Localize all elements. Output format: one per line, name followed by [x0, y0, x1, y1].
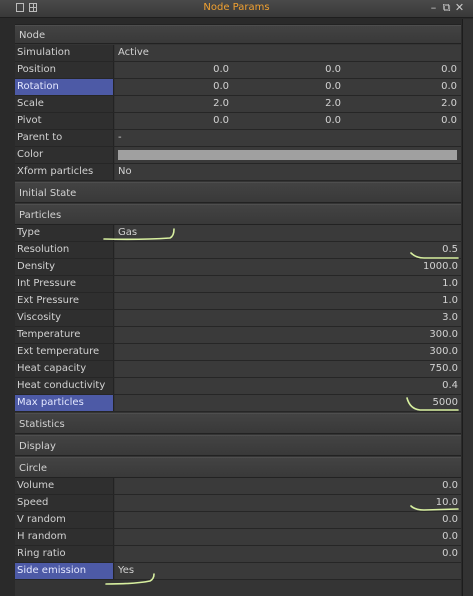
color-swatch[interactable]: [118, 150, 457, 160]
row-scale: Scale 2.0 2.0 2.0: [15, 96, 461, 113]
params-panel: Node Simulation Active Position 0.0 0.0 …: [15, 24, 461, 596]
restore-icon[interactable]: ⧉: [441, 1, 452, 15]
v-random-field[interactable]: 0.0: [115, 512, 461, 528]
xform-particles-value[interactable]: No: [115, 164, 461, 180]
row-side-emission: Side emission Yes: [15, 563, 461, 580]
int-pressure-field[interactable]: 1.0: [115, 276, 461, 292]
section-initial-state[interactable]: Initial State: [15, 182, 461, 203]
heat-conductivity-field[interactable]: 0.4: [115, 378, 461, 394]
scale-fields[interactable]: 2.0 2.0 2.0: [115, 96, 461, 112]
minimize-icon[interactable]: –: [428, 1, 439, 15]
row-h-random: H random 0.0: [15, 529, 461, 546]
simulation-value[interactable]: Active: [115, 45, 461, 61]
parent-to-value[interactable]: -: [115, 130, 461, 146]
side-emission-value[interactable]: Yes: [115, 563, 461, 579]
row-color: Color: [15, 147, 461, 164]
density-field[interactable]: 1000.0: [115, 259, 461, 275]
rotation-fields[interactable]: 0.0 0.0 0.0: [115, 79, 461, 95]
type-dropdown[interactable]: Gas: [115, 225, 461, 241]
title-bar: Node Params – ⧉ ✕: [0, 0, 473, 18]
row-int-pressure: Int Pressure 1.0: [15, 276, 461, 293]
section-circle[interactable]: Circle: [15, 457, 461, 478]
row-v-random: V random 0.0: [15, 512, 461, 529]
row-pivot: Pivot 0.0 0.0 0.0: [15, 113, 461, 130]
section-particles[interactable]: Particles: [15, 204, 461, 225]
section-display[interactable]: Display: [15, 435, 461, 456]
close-icon[interactable]: ✕: [454, 1, 465, 15]
section-statistics[interactable]: Statistics: [15, 413, 461, 434]
row-parent-to: Parent to -: [15, 130, 461, 147]
row-simulation: Simulation Active: [15, 45, 461, 62]
vertical-scrollbar[interactable]: [462, 19, 473, 596]
section-node[interactable]: Node: [15, 25, 461, 44]
heat-capacity-field[interactable]: 750.0: [115, 361, 461, 377]
max-particles-field[interactable]: 5000: [115, 395, 461, 411]
position-fields[interactable]: 0.0 0.0 0.0: [115, 62, 461, 78]
temperature-field[interactable]: 300.0: [115, 327, 461, 343]
row-ring-ratio: Ring ratio 0.0: [15, 546, 461, 563]
speed-field[interactable]: 10.0: [115, 495, 461, 511]
row-speed: Speed 10.0: [15, 495, 461, 512]
row-ext-pressure: Ext Pressure 1.0: [15, 293, 461, 310]
row-rotation: Rotation 0.0 0.0 0.0: [15, 79, 461, 96]
window-title: Node Params: [203, 2, 270, 13]
row-type: Type Gas: [15, 225, 461, 242]
h-random-field[interactable]: 0.0: [115, 529, 461, 545]
resolution-field[interactable]: 0.5: [115, 242, 461, 258]
row-resolution: Resolution 0.5: [15, 242, 461, 259]
pivot-fields[interactable]: 0.0 0.0 0.0: [115, 113, 461, 129]
row-volume: Volume 0.0: [15, 478, 461, 495]
ext-pressure-field[interactable]: 1.0: [115, 293, 461, 309]
row-ext-temperature: Ext temperature 300.0: [15, 344, 461, 361]
row-density: Density 1000.0: [15, 259, 461, 276]
row-position: Position 0.0 0.0 0.0: [15, 62, 461, 79]
row-temperature: Temperature 300.0: [15, 327, 461, 344]
row-max-particles: Max particles 5000: [15, 395, 461, 412]
row-viscosity: Viscosity 3.0: [15, 310, 461, 327]
row-heat-capacity: Heat capacity 750.0: [15, 361, 461, 378]
ring-ratio-field[interactable]: 0.0: [115, 546, 461, 562]
viscosity-field[interactable]: 3.0: [115, 310, 461, 326]
ext-temperature-field[interactable]: 300.0: [115, 344, 461, 360]
row-heat-conductivity: Heat conductivity 0.4: [15, 378, 461, 395]
row-xform-particles: Xform particles No: [15, 164, 461, 181]
volume-field[interactable]: 0.0: [115, 478, 461, 494]
